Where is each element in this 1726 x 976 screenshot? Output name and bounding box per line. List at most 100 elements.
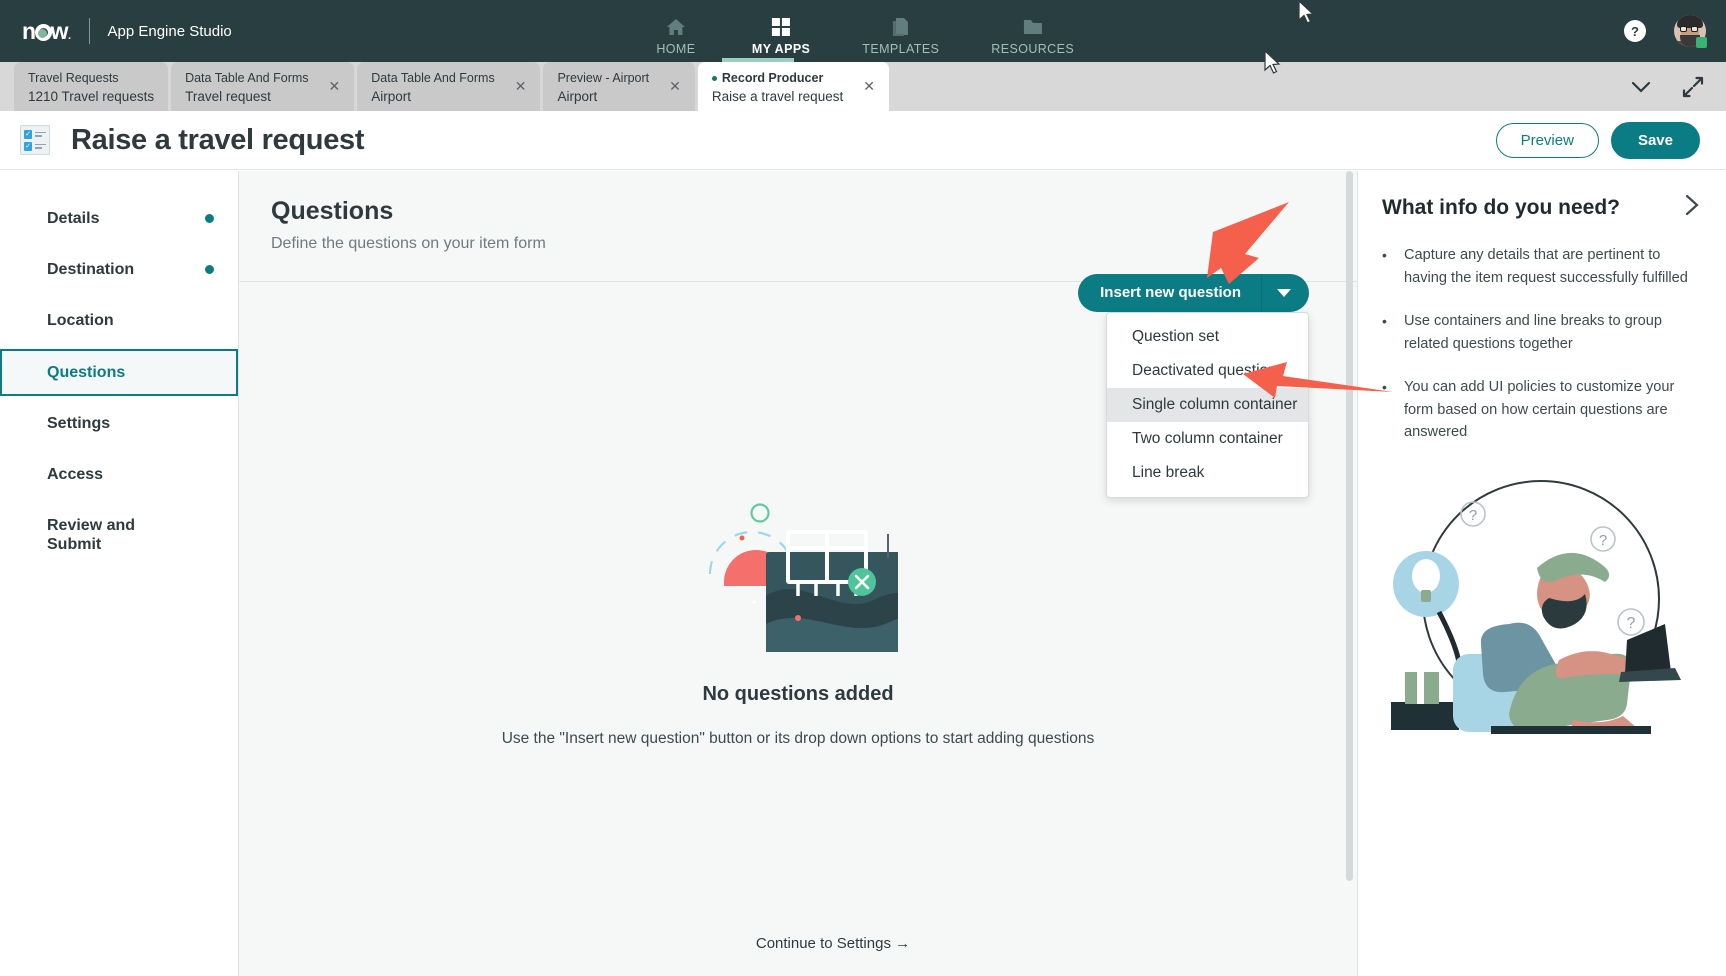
chevron-right-icon[interactable] (1684, 193, 1700, 222)
sidebar-item-label: Destination (47, 261, 135, 279)
caret-down-icon (1277, 289, 1291, 297)
tab-subtitle: Raise a travel request (711, 89, 844, 104)
info-panel-header: What info do you need? (1382, 193, 1700, 222)
brand-divider (88, 18, 90, 44)
bullet-icon: • (1382, 378, 1387, 395)
tab-subtitle: Travel request (185, 89, 271, 104)
nav-label-home: HOME (656, 42, 696, 56)
grid-icon (770, 16, 792, 38)
tab-close-icon[interactable]: ✕ (669, 79, 681, 93)
dropdown-item-line-break[interactable]: Line break (1107, 456, 1308, 490)
info-bullet-item: • You can add UI policies to customize y… (1382, 376, 1700, 445)
sidebar-item-questions[interactable]: Questions (0, 348, 238, 396)
tab-title: Data Table And Forms (185, 71, 309, 85)
dropdown-item-single-column-container[interactable]: Single column container (1107, 388, 1308, 422)
dropdown-item-question-set[interactable]: Question set (1107, 320, 1308, 354)
tab-preview-airport[interactable]: Preview - Airport Airport ✕ (543, 62, 695, 111)
empty-state-subtitle: Use the "Insert new question" button or … (501, 729, 1095, 747)
continue-row: Continue to Settings → (239, 935, 1357, 976)
sidebar-item-access[interactable]: Access (0, 451, 238, 498)
insert-question-split-button: Insert new question (1078, 274, 1309, 312)
section-title: Questions (271, 197, 394, 225)
dropdown-item-deactivated-questions[interactable]: Deactivated questions (1107, 354, 1308, 388)
info-bullet-item: • Use containers and line breaks to grou… (1382, 310, 1700, 356)
svg-text:?: ? (1469, 507, 1477, 524)
sidebar-item-label: Details (47, 210, 100, 227)
sidebar-item-label: Location (47, 312, 114, 330)
tab-bar: Travel Requests 1210 Travel requests Dat… (0, 58, 1726, 111)
bullet-icon: • (1382, 312, 1387, 329)
now-logo-o (34, 23, 52, 41)
sidebar-item-details[interactable]: Details (0, 195, 238, 242)
sidebar-item-settings[interactable]: Settings (0, 400, 238, 447)
page-title: Raise a travel request (71, 123, 365, 156)
help-icon[interactable]: ? (1624, 20, 1646, 42)
sidebar-item-label: Settings (47, 414, 111, 432)
info-panel-title: What info do you need? (1382, 195, 1620, 219)
nav-item-home[interactable]: HOME (626, 8, 726, 62)
info-bullet-text: You can add UI policies to customize you… (1404, 378, 1675, 441)
main-nav: HOME MY APPS TEMPLATES RESOURCES (626, 0, 1100, 62)
avatar[interactable] (1674, 15, 1707, 48)
preview-button[interactable]: Preview (1495, 122, 1599, 158)
tab-close-icon[interactable]: ✕ (329, 79, 341, 93)
sidebar-item-label: Questions (47, 363, 126, 381)
empty-state-title: No questions added (702, 682, 894, 705)
tabbar-controls (1630, 76, 1704, 98)
questions-header: Questions Define the questions on your i… (239, 171, 1357, 253)
tab-data-table-and-forms-travel-request[interactable]: Data Table And Forms Travel request ✕ (171, 62, 355, 111)
tab-data-table-and-forms-airport[interactable]: Data Table And Forms Airport ✕ (357, 62, 541, 111)
sidebar-item-destination[interactable]: Destination (0, 246, 238, 293)
now-logo[interactable]: n w. (22, 19, 71, 43)
chevron-down-icon[interactable] (1630, 80, 1652, 94)
body-area: Details Destination Location Questions S… (0, 171, 1726, 976)
nav-item-templates[interactable]: TEMPLATES (836, 8, 965, 62)
info-bullet-text: Use containers and line breaks to group … (1404, 312, 1662, 352)
save-button[interactable]: Save (1610, 121, 1700, 159)
bullet-icon: • (1382, 247, 1387, 263)
sidebar-item-location[interactable]: Location (0, 297, 238, 344)
tab-title: Data Table And Forms (371, 71, 495, 85)
tab-title: Travel Requests (28, 71, 119, 85)
tab-travel-requests[interactable]: Travel Requests 1210 Travel requests (14, 62, 169, 111)
tab-close-icon[interactable]: ✕ (515, 79, 527, 93)
center-pane-scrollbar[interactable] (1346, 171, 1353, 881)
insert-question-control: Insert new question Question set Deactiv… (1078, 274, 1309, 498)
info-bullet-item: • Capture any details that are pertinent… (1382, 244, 1700, 290)
tab-title: Record Producer (711, 70, 843, 87)
completion-dot-icon (205, 214, 214, 224)
nav-item-my-apps[interactable]: MY APPS (726, 8, 836, 62)
insert-question-dropdown-toggle[interactable] (1261, 274, 1309, 312)
completion-dot-icon (205, 265, 214, 275)
nav-label-my-apps: MY APPS (751, 42, 811, 56)
topbar-right-controls: ? (1624, 15, 1707, 48)
tab-title-text: Record Producer (721, 71, 824, 85)
nav-label-resources: RESOURCES (991, 42, 1075, 56)
section-subtitle: Define the questions on your item form (271, 235, 546, 252)
home-icon (665, 16, 687, 38)
sidebar-item-label: Access (47, 465, 104, 483)
svg-text:?: ? (1599, 532, 1607, 549)
info-panel: What info do you need? • Capture any det… (1358, 171, 1726, 976)
tab-subtitle: 1210 Travel requests (28, 89, 155, 104)
insert-new-question-button[interactable]: Insert new question (1078, 274, 1261, 312)
nav-item-resources[interactable]: RESOURCES (965, 8, 1100, 62)
page-header-actions: Preview Save (1495, 121, 1700, 159)
tab-subtitle: Airport (371, 89, 412, 104)
sidebar-item-review-and-submit[interactable]: Review and Submit (0, 502, 238, 568)
questions-pane: Questions Define the questions on your i… (239, 171, 1358, 976)
top-navigation-bar: n w. App Engine Studio HOME MY APPS TEMP… (0, 0, 1726, 62)
tab-record-producer[interactable]: Record Producer Raise a travel request ✕ (697, 58, 889, 111)
dropdown-item-two-column-container[interactable]: Two column container (1107, 422, 1308, 456)
product-name: App Engine Studio (107, 22, 232, 40)
tab-unsaved-dot-icon (711, 76, 717, 81)
tab-close-icon[interactable]: ✕ (863, 79, 875, 93)
nav-label-templates: TEMPLATES (862, 42, 940, 56)
status-badge-online (1696, 37, 1707, 48)
continue-to-settings-link[interactable]: Continue to Settings → (756, 935, 910, 952)
expand-icon[interactable] (1682, 76, 1704, 98)
left-sidebar: Details Destination Location Questions S… (0, 171, 239, 976)
folder-icon (1022, 16, 1044, 38)
record-producer-icon: ✓ ✓ (20, 125, 50, 155)
tab-subtitle: Airport (557, 89, 598, 104)
